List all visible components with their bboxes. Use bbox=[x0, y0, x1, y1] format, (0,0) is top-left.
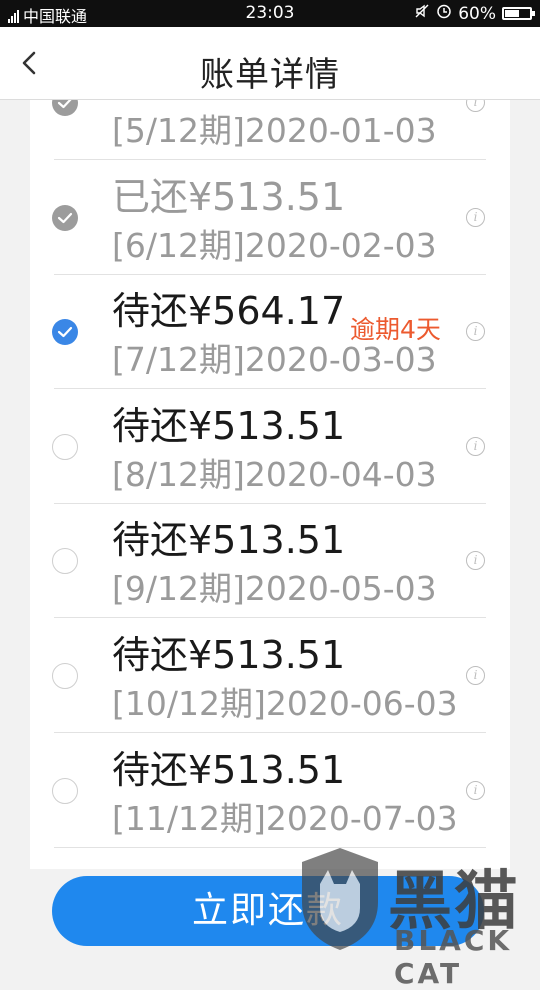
installment-period: [9/12期]2020-05-03 bbox=[112, 569, 437, 609]
checkbox-checked-icon[interactable] bbox=[52, 319, 78, 346]
status-bar: 中国联通 23:03 60% bbox=[0, 0, 540, 27]
installment-row[interactable]: 待还¥513.51 [11/12期]2020-07-03 i bbox=[30, 734, 510, 848]
pay-now-button[interactable]: 立即还款 bbox=[52, 876, 484, 946]
info-icon[interactable]: i bbox=[466, 322, 485, 342]
installment-period: [11/12期]2020-07-03 bbox=[112, 798, 458, 838]
installment-amount: 待还¥513.51 bbox=[112, 747, 346, 792]
installment-row[interactable]: 已还¥513.51[5/12期]2020-01-03i bbox=[30, 99, 510, 160]
checkbox-empty-icon[interactable] bbox=[52, 777, 78, 804]
checkbox-empty-icon[interactable] bbox=[52, 433, 78, 460]
info-icon[interactable]: i bbox=[466, 551, 485, 571]
installment-period: [5/12期]2020-01-03 bbox=[112, 111, 437, 150]
nav-bar: 账单详情 bbox=[0, 27, 540, 100]
installment-row[interactable]: 待还¥513.51 [9/12期]2020-05-03 i bbox=[30, 504, 510, 619]
checkbox-paid-icon[interactable] bbox=[52, 99, 78, 116]
installment-amount: 待还¥513.51 bbox=[112, 403, 346, 448]
info-icon[interactable]: i bbox=[466, 99, 485, 112]
installment-period: [8/12期]2020-04-03 bbox=[112, 454, 437, 494]
info-icon[interactable]: i bbox=[466, 436, 485, 456]
battery-icon bbox=[502, 7, 535, 20]
installment-amount: 待还¥513.51 bbox=[112, 633, 346, 677]
installment-period: [7/12期]2020-03-03 bbox=[112, 340, 437, 380]
page-title: 账单详情 bbox=[200, 55, 340, 95]
alarm-icon bbox=[436, 3, 452, 24]
info-icon[interactable]: i bbox=[466, 207, 485, 227]
mute-icon bbox=[414, 3, 430, 24]
installment-period: [6/12期]2020-02-03 bbox=[112, 225, 437, 265]
installment-row[interactable]: 待还¥513.51 [10/12期]2020-06-03 i bbox=[30, 619, 510, 733]
checkbox-paid-icon[interactable] bbox=[52, 204, 78, 231]
installment-row[interactable]: 待还¥564.17 [7/12期]2020-03-03 逾期4天 i bbox=[30, 275, 510, 390]
installment-amount: 待还¥564.17 bbox=[112, 289, 346, 334]
installment-row[interactable]: 待还¥513.51 [8/12期]2020-04-03 i bbox=[30, 390, 510, 504]
checkbox-empty-icon[interactable] bbox=[52, 548, 78, 575]
info-icon[interactable]: i bbox=[466, 666, 485, 685]
battery-percent: 60% bbox=[458, 3, 496, 24]
info-icon[interactable]: i bbox=[466, 780, 485, 800]
checkbox-empty-icon[interactable] bbox=[52, 663, 78, 689]
status-right: 60% bbox=[414, 3, 535, 24]
installment-amount: 待还¥513.51 bbox=[112, 518, 346, 563]
installment-list[interactable]: 已还¥513.51[5/12期]2020-01-03i已还¥513.51[6/1… bbox=[30, 99, 510, 869]
installment-row[interactable]: 已还¥513.51 [6/12期]2020-02-03 i bbox=[30, 161, 510, 275]
installment-amount: 已还¥513.51 bbox=[112, 174, 346, 219]
installment-period: [10/12期]2020-06-03 bbox=[112, 684, 458, 723]
overdue-badge: 逾期4天 bbox=[350, 315, 441, 345]
row-divider bbox=[54, 846, 486, 848]
